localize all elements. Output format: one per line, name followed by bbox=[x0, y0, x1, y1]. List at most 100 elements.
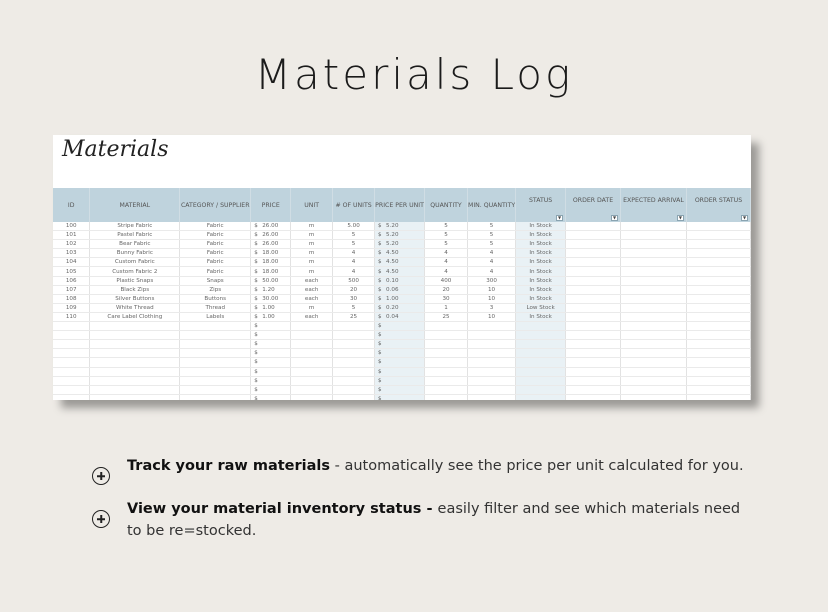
cell-unit[interactable] bbox=[290, 394, 334, 400]
cell-material[interactable] bbox=[89, 330, 181, 341]
cell-units[interactable] bbox=[332, 376, 376, 386]
cell-units[interactable]: 30 bbox=[332, 294, 376, 304]
filter-dropdown-icon[interactable]: ▼ bbox=[556, 215, 564, 221]
cell-expected-arrival[interactable] bbox=[620, 367, 687, 377]
cell-quantity[interactable]: 4 bbox=[424, 248, 468, 259]
cell-min-quantity[interactable] bbox=[467, 330, 517, 341]
cell-price[interactable]: $ bbox=[250, 330, 292, 341]
cell-category[interactable]: Thread bbox=[179, 303, 252, 313]
cell-material[interactable] bbox=[89, 394, 181, 400]
cell-expected-arrival[interactable] bbox=[620, 348, 687, 359]
cell-order-date[interactable] bbox=[565, 348, 621, 359]
cell-price-per-unit[interactable]: $5.20 bbox=[374, 239, 426, 250]
cell-quantity[interactable]: 5 bbox=[424, 222, 468, 232]
cell-order-status[interactable] bbox=[686, 257, 751, 268]
cell-price-per-unit[interactable]: $4.50 bbox=[374, 266, 426, 277]
cell-category[interactable]: Snaps bbox=[179, 276, 252, 286]
cell-status[interactable] bbox=[515, 321, 567, 332]
cell-units[interactable]: 5.00 bbox=[332, 222, 376, 232]
cell-unit[interactable]: m bbox=[290, 222, 334, 232]
cell-material[interactable] bbox=[89, 357, 181, 368]
cell-order-date[interactable] bbox=[565, 376, 621, 386]
cell-quantity[interactable]: 4 bbox=[424, 266, 468, 277]
filter-dropdown-icon[interactable]: ▼ bbox=[610, 215, 618, 221]
cell-id[interactable]: 102 bbox=[53, 239, 91, 250]
cell-order-status[interactable] bbox=[686, 285, 751, 295]
cell-unit[interactable] bbox=[290, 357, 334, 368]
cell-min-quantity[interactable]: 5 bbox=[467, 222, 517, 232]
cell-id[interactable] bbox=[53, 339, 91, 350]
cell-id[interactable]: 103 bbox=[53, 248, 91, 259]
cell-min-quantity[interactable]: 5 bbox=[467, 239, 517, 250]
cell-price-per-unit[interactable]: $5.20 bbox=[374, 222, 426, 232]
cell-expected-arrival[interactable] bbox=[620, 394, 687, 400]
cell-expected-arrival[interactable] bbox=[620, 230, 687, 241]
cell-price-per-unit[interactable]: $0.20 bbox=[374, 303, 426, 313]
cell-min-quantity[interactable]: 4 bbox=[467, 248, 517, 259]
cell-expected-arrival[interactable] bbox=[620, 312, 687, 323]
cell-expected-arrival[interactable] bbox=[620, 248, 687, 259]
cell-price[interactable]: $ bbox=[250, 376, 292, 386]
cell-order-status[interactable] bbox=[686, 385, 751, 395]
cell-id[interactable]: 101 bbox=[53, 230, 91, 241]
cell-expected-arrival[interactable] bbox=[620, 266, 687, 277]
cell-order-status[interactable] bbox=[686, 339, 751, 350]
cell-price[interactable]: $1.00 bbox=[250, 312, 292, 323]
cell-id[interactable]: 105 bbox=[53, 266, 91, 277]
cell-status[interactable]: Low Stock bbox=[515, 303, 567, 313]
cell-price[interactable]: $ bbox=[250, 339, 292, 350]
cell-price[interactable]: $1.00 bbox=[250, 303, 292, 313]
cell-units[interactable]: 5 bbox=[332, 239, 376, 250]
cell-unit[interactable]: m bbox=[290, 230, 334, 241]
cell-expected-arrival[interactable] bbox=[620, 285, 687, 295]
cell-order-date[interactable] bbox=[565, 276, 621, 286]
cell-quantity[interactable]: 5 bbox=[424, 230, 468, 241]
cell-material[interactable]: Bunny Fabric bbox=[89, 248, 181, 259]
cell-material[interactable]: Silver Buttons bbox=[89, 294, 181, 304]
cell-units[interactable]: 5 bbox=[332, 303, 376, 313]
filter-dropdown-icon[interactable]: ▼ bbox=[676, 215, 684, 221]
cell-expected-arrival[interactable] bbox=[620, 357, 687, 368]
cell-price-per-unit[interactable]: $4.50 bbox=[374, 257, 426, 268]
cell-id[interactable] bbox=[53, 385, 91, 395]
cell-status[interactable] bbox=[515, 385, 567, 395]
cell-price-per-unit[interactable]: $1.00 bbox=[374, 294, 426, 304]
cell-price[interactable]: $ bbox=[250, 385, 292, 395]
cell-quantity[interactable] bbox=[424, 376, 468, 386]
cell-quantity[interactable] bbox=[424, 330, 468, 341]
cell-status[interactable]: In Stock bbox=[515, 257, 567, 268]
filter-dropdown-icon[interactable]: ▼ bbox=[741, 215, 748, 221]
cell-order-date[interactable] bbox=[565, 266, 621, 277]
cell-order-date[interactable] bbox=[565, 294, 621, 304]
cell-material[interactable] bbox=[89, 367, 181, 377]
cell-unit[interactable]: m bbox=[290, 303, 334, 313]
cell-category[interactable] bbox=[179, 394, 252, 400]
cell-expected-arrival[interactable] bbox=[620, 276, 687, 286]
cell-price[interactable]: $26.00 bbox=[250, 239, 292, 250]
cell-min-quantity[interactable]: 10 bbox=[467, 294, 517, 304]
cell-price[interactable]: $30.00 bbox=[250, 294, 292, 304]
cell-min-quantity[interactable]: 4 bbox=[467, 266, 517, 277]
cell-price-per-unit[interactable]: $0.06 bbox=[374, 285, 426, 295]
cell-unit[interactable] bbox=[290, 367, 334, 377]
cell-quantity[interactable]: 5 bbox=[424, 239, 468, 250]
cell-id[interactable]: 106 bbox=[53, 276, 91, 286]
cell-material[interactable]: Black Zips bbox=[89, 285, 181, 295]
cell-quantity[interactable]: 4 bbox=[424, 257, 468, 268]
cell-order-status[interactable] bbox=[686, 276, 751, 286]
cell-material[interactable]: Plastic Snaps bbox=[89, 276, 181, 286]
cell-material[interactable]: Pastel Fabric bbox=[89, 230, 181, 241]
cell-category[interactable]: Buttons bbox=[179, 294, 252, 304]
cell-status[interactable]: In Stock bbox=[515, 230, 567, 241]
cell-price-per-unit[interactable]: $ bbox=[374, 376, 426, 386]
cell-min-quantity[interactable] bbox=[467, 367, 517, 377]
cell-unit[interactable] bbox=[290, 385, 334, 395]
cell-order-date[interactable] bbox=[565, 385, 621, 395]
cell-order-status[interactable] bbox=[686, 294, 751, 304]
cell-units[interactable] bbox=[332, 348, 376, 359]
cell-quantity[interactable] bbox=[424, 348, 468, 359]
cell-units[interactable] bbox=[332, 385, 376, 395]
cell-id[interactable] bbox=[53, 330, 91, 341]
cell-unit[interactable]: each bbox=[290, 312, 334, 323]
cell-material[interactable]: Care Label Clothing bbox=[89, 312, 181, 323]
